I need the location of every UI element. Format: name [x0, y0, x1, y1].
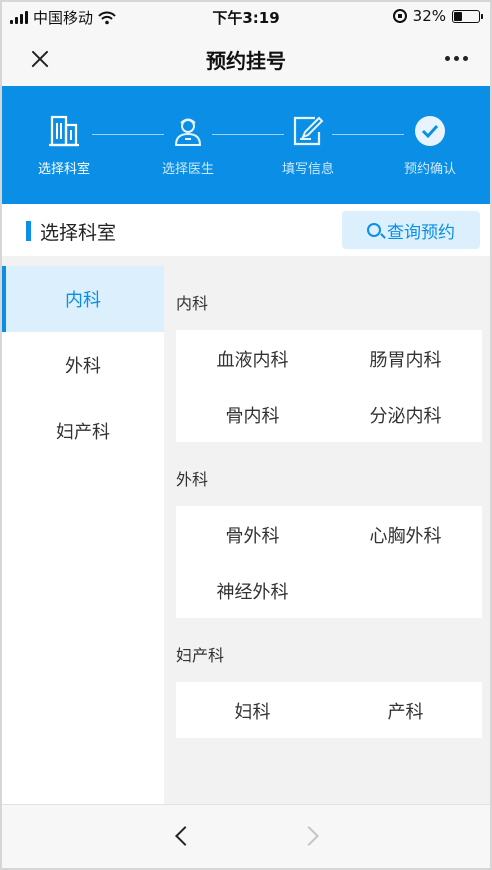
step-label: 填写信息: [281, 162, 334, 177]
department-item[interactable]: 妇科: [176, 698, 329, 724]
category-sidebar: 内科 外科 妇产科: [2, 266, 164, 804]
section-accent-bar: [26, 221, 31, 241]
check-circle-icon: [415, 116, 445, 146]
step-select-doctor: 选择医生: [138, 114, 238, 177]
department-picker: 内科 外科 妇产科 内科 血液内科 肠胃内科 骨内科 分泌内科 外科 骨外科 心…: [2, 256, 490, 804]
department-list: 内科 血液内科 肠胃内科 骨内科 分泌内科 外科 骨外科 心胸外科 神经外科 妇…: [164, 256, 490, 804]
search-icon: [367, 223, 381, 237]
back-arrow-icon[interactable]: [175, 826, 195, 846]
progress-steps: 选择科室 选择医生 填写信息 预约确认: [2, 86, 490, 204]
sidebar-item-internal-medicine[interactable]: 内科: [2, 266, 164, 332]
department-item[interactable]: 骨外科: [176, 522, 329, 548]
department-item[interactable]: 骨内科: [176, 402, 329, 428]
query-button-label: 查询预约: [387, 222, 455, 243]
department-item[interactable]: 血液内科: [176, 346, 329, 372]
group-title: 妇产科: [176, 646, 225, 665]
section-header: 选择科室 查询预约: [2, 204, 490, 256]
forward-arrow-icon[interactable]: [299, 826, 319, 846]
step-fill-info: 填写信息: [258, 114, 358, 177]
department-item[interactable]: 分泌内科: [329, 402, 482, 428]
battery-icon: [452, 9, 483, 23]
step-label: 选择医生: [161, 162, 214, 177]
sidebar-item-obstetrics-gynecology[interactable]: 妇产科: [2, 398, 164, 464]
step-label: 选择科室: [37, 162, 90, 177]
hospital-building-icon: [49, 115, 79, 147]
department-card: 妇科 产科: [176, 682, 482, 738]
phone-screen: 中国移动 下午3:19 32% 预约挂号 选择科室 选择医生 填写信息 预约确认…: [0, 0, 492, 870]
department-card: 骨外科 心胸外科 神经外科: [176, 506, 482, 618]
department-item[interactable]: 肠胃内科: [329, 346, 482, 372]
department-item[interactable]: 心胸外科: [329, 522, 482, 548]
department-item[interactable]: 产科: [329, 698, 482, 724]
group-title: 内科: [176, 294, 209, 313]
department-item[interactable]: 神经外科: [176, 578, 329, 604]
step-confirm: 预约确认: [380, 114, 480, 177]
more-icon[interactable]: [445, 56, 468, 61]
step-label: 预约确认: [403, 162, 456, 177]
nav-bar: 预约挂号: [2, 32, 490, 86]
rotation-lock-icon: [392, 9, 407, 23]
browser-toolbar: [2, 804, 490, 868]
department-card: 血液内科 肠胃内科 骨内科 分泌内科: [176, 330, 482, 442]
battery-percent: 32%: [412, 7, 446, 25]
section-title: 选择科室: [40, 222, 117, 244]
doctor-icon: [174, 118, 202, 146]
query-appointment-button[interactable]: 查询预约: [342, 211, 480, 249]
group-title: 外科: [176, 470, 209, 489]
page-title: 预约挂号: [206, 49, 286, 73]
status-bar: 中国移动 下午3:19 32%: [2, 2, 490, 32]
step-select-department: 选择科室: [14, 114, 114, 177]
edit-form-icon: [293, 116, 324, 146]
sidebar-item-surgery[interactable]: 外科: [2, 332, 164, 398]
